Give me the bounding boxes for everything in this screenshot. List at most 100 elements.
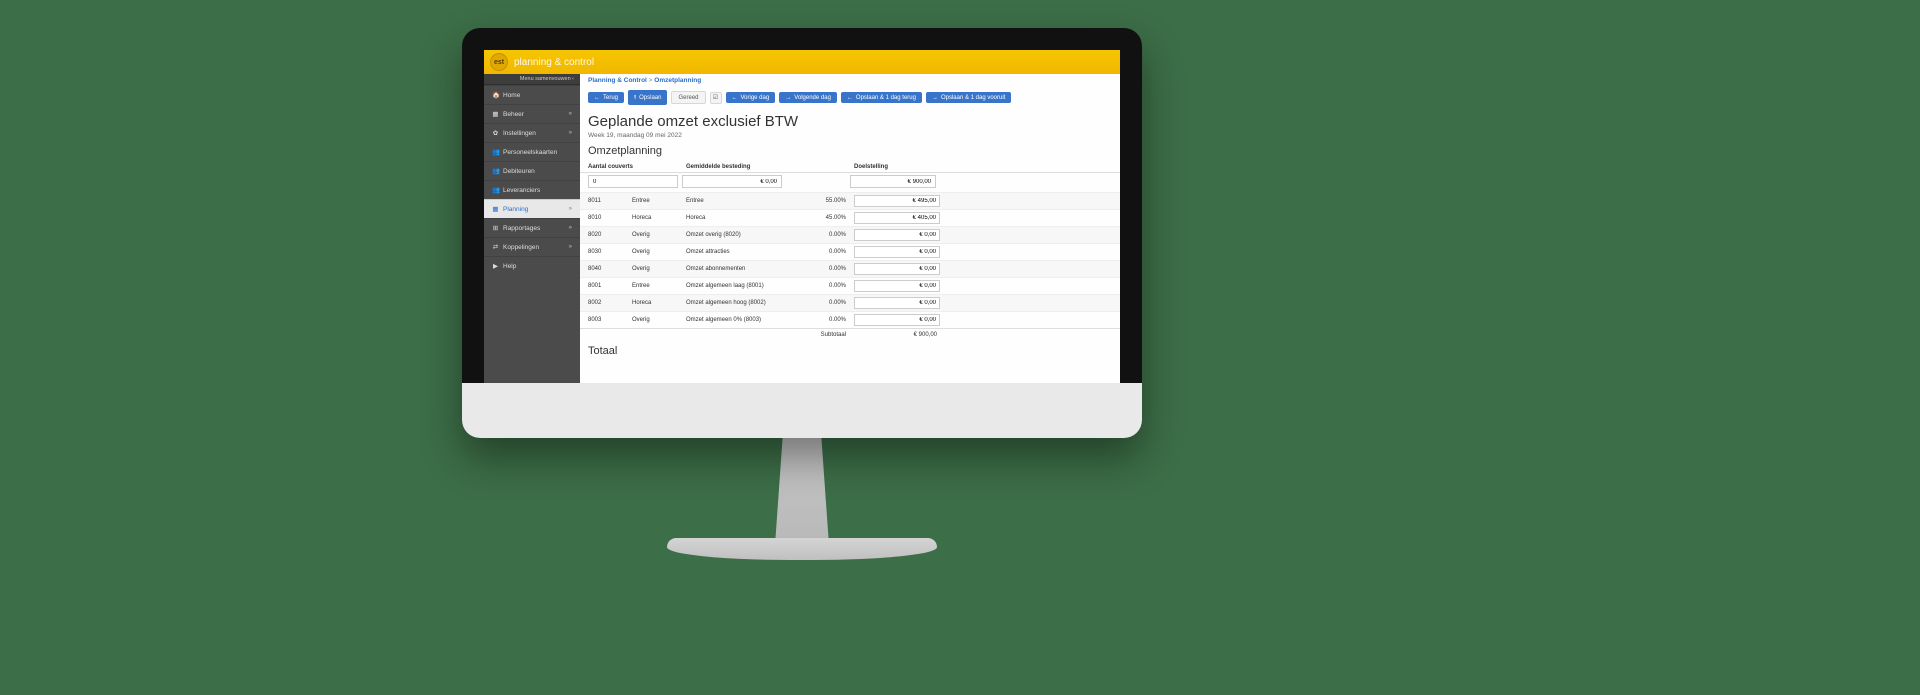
sidebar-item-beheer[interactable]: ▦Beheer»: [484, 104, 580, 123]
row-value-input[interactable]: [854, 314, 940, 326]
arrow-right-icon: →: [932, 95, 938, 101]
row-pct: 0.00%: [790, 300, 850, 306]
row-desc: Omzet algemeen hoog (8002): [686, 300, 786, 306]
doel-input[interactable]: [850, 175, 936, 188]
next-day-button[interactable]: →Volgende dag: [779, 92, 837, 103]
sidebar-icon: 👥: [492, 148, 499, 156]
sidebar-item-leveranciers[interactable]: 👥 Leveranciers: [484, 180, 580, 199]
sidebar-item-rapportages[interactable]: ⊞Rapportages»: [484, 218, 580, 237]
sidebar-item-label: Home: [503, 92, 520, 99]
app-logo: est: [490, 53, 508, 71]
table-row: 8030OverigOmzet attracties0.00%: [580, 243, 1120, 260]
sidebar-item-personeelskaarten[interactable]: 👥 Personeelskaarten: [484, 142, 580, 161]
sidebar-item-label: Instellingen: [503, 130, 536, 137]
col-besteding: Gemiddelde besteding: [686, 164, 786, 170]
table-row: 8001 Entree Omzet algemeen laag (8001) 0.00…: [580, 277, 1120, 294]
chevron-right-icon: »: [569, 244, 572, 250]
sidebar-icon: 👥: [492, 186, 499, 194]
row-cat: Entree: [632, 198, 682, 204]
prev-day-button[interactable]: ←Vorige dag: [726, 92, 776, 103]
row-desc: Omzet abonnementen: [686, 266, 786, 272]
breadcrumb-root[interactable]: Planning & Control: [588, 77, 647, 84]
sidebar-item-instellingen[interactable]: ✿ Instellingen »: [484, 123, 580, 142]
table-row: 8002HorecaOmzet algemeen hoog (8002)0.00…: [580, 294, 1120, 311]
done-button[interactable]: Gereed: [671, 91, 705, 104]
row-desc: Omzet algemeen laag (8001): [686, 283, 786, 289]
save-button[interactable]: ⭱Opslaan: [628, 90, 667, 105]
row-pct: 0.00%: [790, 317, 850, 323]
table-header: Aantal couverts Gemiddelde besteding Doe…: [580, 161, 1120, 173]
row-cat: Horeca: [632, 215, 682, 221]
save-back-day-button[interactable]: ←Opslaan & 1 dag terug: [841, 92, 922, 103]
save-fwd-day-button[interactable]: →Opslaan & 1 dag vooruit: [926, 92, 1011, 103]
total-title: Totaal: [580, 341, 1120, 361]
besteding-input[interactable]: [682, 175, 782, 188]
back-button[interactable]: ←Terug: [588, 92, 624, 103]
breadcrumb: Planning & Control > Omzetplanning: [580, 74, 1120, 87]
breadcrumb-leaf[interactable]: Omzetplanning: [654, 77, 701, 84]
row-cat: Overig: [632, 249, 682, 255]
sidebar: Menu samenvouwen ‹ 🏠 Home ▦Beheer» ✿ Instell…: [484, 74, 580, 383]
row-code: 8001: [588, 283, 628, 289]
sidebar-item-label: Leveranciers: [503, 187, 540, 194]
upload-icon: ⭱: [634, 93, 636, 103]
table-row: 8003OverigOmzet algemeen 0% (8003)0.00%: [580, 311, 1120, 328]
sidebar-item-koppelingen[interactable]: ⇄Koppelingen»: [484, 237, 580, 256]
app-header: est planning & control: [484, 50, 1120, 74]
row-code: 8040: [588, 266, 628, 272]
row-pct: 55.00%: [790, 198, 850, 204]
row-value-input[interactable]: [854, 212, 940, 224]
chevron-right-icon: »: [569, 130, 572, 136]
row-cat: Entree: [632, 283, 682, 289]
row-desc: Omzet attracties: [686, 249, 786, 255]
sidebar-item-debiteuren[interactable]: 👥Debiteuren: [484, 161, 580, 180]
sidebar-item-label: Rapportages: [503, 225, 540, 232]
sidebar-item-planning[interactable]: ▦ Planning »: [484, 199, 580, 218]
sidebar-collapse[interactable]: Menu samenvouwen ‹: [484, 74, 580, 85]
table-row: 8011EntreeEntree55.00%: [580, 192, 1120, 209]
row-value-input[interactable]: [854, 246, 940, 258]
row-code: 8020: [588, 232, 628, 238]
row-pct: 0.00%: [790, 249, 850, 255]
input-row: [580, 173, 1120, 192]
couverts-input[interactable]: [588, 175, 678, 188]
row-desc: Omzet overig (8020): [686, 232, 786, 238]
row-value-input[interactable]: [854, 263, 940, 275]
subtotal-value: € 900,00: [854, 332, 940, 338]
monitor-frame: est planning & control Menu samenvouwen …: [462, 28, 1142, 573]
row-code: 8010: [588, 215, 628, 221]
row-pct: 0.00%: [790, 283, 850, 289]
sidebar-icon: 🏠: [492, 91, 499, 99]
page-date: Week 19, maandag 09 mei 2022: [580, 130, 1120, 145]
row-value-input[interactable]: [854, 195, 940, 207]
row-value-input[interactable]: [854, 297, 940, 309]
row-pct: 45.00%: [790, 215, 850, 221]
arrow-right-icon: →: [785, 95, 791, 101]
sidebar-icon: ✿: [492, 129, 499, 137]
arrow-left-icon: ←: [594, 95, 600, 101]
arrow-left-icon: ←: [847, 95, 853, 101]
row-code: 8003: [588, 317, 628, 323]
row-cat: Overig: [632, 232, 682, 238]
monitor-chin: [462, 383, 1142, 438]
subtotal-label: Subtotaal: [790, 332, 850, 338]
app-screen: est planning & control Menu samenvouwen …: [484, 50, 1120, 383]
monitor-stand-base: [667, 538, 937, 560]
sidebar-item-label: Personeelskaarten: [503, 149, 557, 156]
toolbar: ←Terug ⭱Opslaan Gereed ☑ ←Vorige dag →Vo…: [580, 87, 1120, 111]
row-value-input[interactable]: [854, 229, 940, 241]
row-cat: Overig: [632, 266, 682, 272]
row-desc: Omzet algemeen 0% (8003): [686, 317, 786, 323]
col-doel: Doelstelling: [854, 164, 940, 170]
row-value-input[interactable]: [854, 280, 940, 292]
sidebar-item-help[interactable]: ▶Help: [484, 256, 580, 275]
section-title: Omzetplanning: [580, 145, 1120, 161]
sidebar-icon: ▦: [492, 205, 499, 213]
subtotal-row: Subtotaal € 900,00: [580, 328, 1120, 341]
done-checkbox[interactable]: ☑: [710, 92, 722, 104]
sidebar-item-home[interactable]: 🏠 Home: [484, 85, 580, 104]
breadcrumb-sep: >: [649, 77, 653, 84]
chevron-right-icon: »: [569, 206, 572, 212]
row-cat: Horeca: [632, 300, 682, 306]
sidebar-item-label: Planning: [503, 206, 528, 213]
